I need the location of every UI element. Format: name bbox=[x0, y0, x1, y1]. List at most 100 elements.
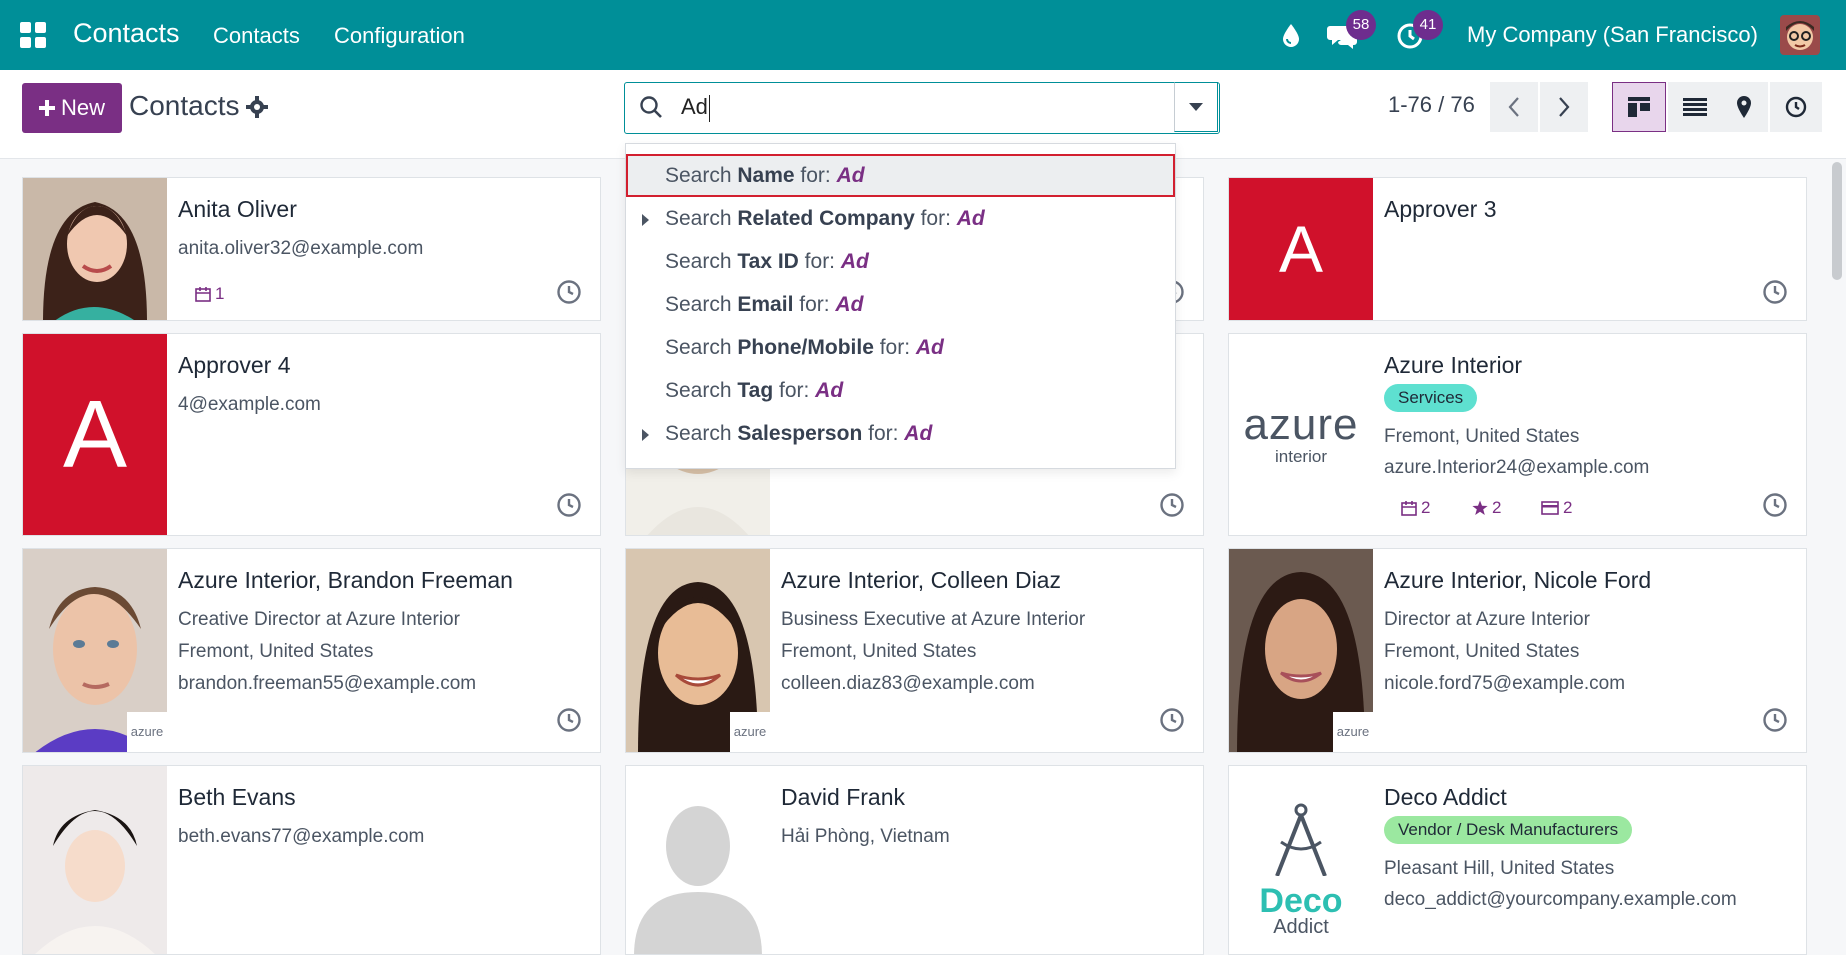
contact-avatar: A bbox=[1229, 178, 1373, 320]
page-title: Contacts bbox=[129, 90, 240, 121]
search-option-related-company[interactable]: Search Related Company for: Ad bbox=[626, 197, 1175, 240]
contact-card-david-frank[interactable]: David Frank Hải Phòng, Vietnam bbox=[625, 765, 1204, 955]
contact-card-deco-addict[interactable]: Deco Addict Deco Addict Vendor / Desk Ma… bbox=[1228, 765, 1807, 955]
logo-subtitle: Addict bbox=[1273, 916, 1329, 938]
new-button[interactable]: New bbox=[22, 83, 122, 133]
search-option-email[interactable]: Search Email for: Ad bbox=[626, 283, 1175, 326]
contact-email: anita.oliver32@example.com bbox=[178, 238, 424, 259]
option-prefix: Search bbox=[665, 207, 738, 230]
company-mini-logo: azure bbox=[730, 712, 770, 752]
option-suffix: for: bbox=[794, 164, 837, 187]
contact-card-azure-interior[interactable]: azure interior Azure Interior Services F… bbox=[1228, 333, 1807, 536]
activity-clock-icon[interactable] bbox=[1762, 279, 1788, 310]
contact-photo bbox=[23, 766, 167, 954]
apps-menu-icon[interactable] bbox=[20, 22, 46, 48]
activity-clock-icon[interactable] bbox=[556, 279, 582, 310]
vertical-scrollbar[interactable] bbox=[1832, 162, 1842, 280]
top-navbar: Contacts Contacts Configuration 58 41 My… bbox=[0, 0, 1846, 70]
pager-next-button[interactable] bbox=[1540, 82, 1588, 132]
meetings-count[interactable]: 2 bbox=[1401, 498, 1430, 518]
pager-previous-button[interactable] bbox=[1490, 82, 1538, 132]
contact-job: Director at Azure Interior bbox=[1384, 609, 1590, 630]
contact-card-colleen-diaz[interactable]: azure Azure Interior, Colleen Diaz Busin… bbox=[625, 548, 1204, 753]
activity-clock-icon[interactable] bbox=[1159, 492, 1185, 523]
map-view-button[interactable] bbox=[1720, 82, 1768, 132]
menu-item-contacts[interactable]: Contacts bbox=[213, 23, 300, 49]
app-title[interactable]: Contacts bbox=[73, 18, 180, 49]
option-query: Ad bbox=[956, 207, 985, 230]
contact-email: colleen.diaz83@example.com bbox=[781, 673, 1035, 694]
contact-card-brandon-freeman[interactable]: azure Azure Interior, Brandon Freeman Cr… bbox=[22, 548, 601, 753]
search-box[interactable]: Ad bbox=[624, 82, 1220, 134]
water-drop-icon[interactable] bbox=[1281, 22, 1301, 53]
option-query: Ad bbox=[835, 293, 864, 316]
chevron-left-icon bbox=[1508, 97, 1519, 117]
option-query: Ad bbox=[836, 164, 865, 187]
plus-icon bbox=[38, 100, 55, 116]
contact-job: Business Executive at Azure Interior bbox=[781, 609, 1086, 630]
opportunities-count-value: 2 bbox=[1492, 498, 1502, 517]
activities-count[interactable]: 1 bbox=[195, 284, 224, 304]
expand-caret-icon[interactable] bbox=[642, 214, 649, 226]
credit-card-icon bbox=[1541, 501, 1559, 515]
search-option-phone-mobile[interactable]: Search Phone/Mobile for: Ad bbox=[626, 326, 1175, 369]
option-prefix: Search bbox=[665, 336, 738, 359]
company-mini-logo: azure bbox=[127, 712, 167, 752]
search-options-toggle[interactable] bbox=[1174, 82, 1218, 132]
contact-photo: azure bbox=[1229, 549, 1373, 752]
avatar-initial: A bbox=[23, 334, 167, 535]
caret-down-icon bbox=[1189, 103, 1203, 111]
invoices-count[interactable]: 2 bbox=[1541, 498, 1572, 518]
contact-name: Beth Evans bbox=[178, 784, 296, 810]
contact-email: brandon.freeman55@example.com bbox=[178, 673, 477, 694]
search-option-salesperson[interactable]: Search Salesperson for: Ad bbox=[626, 412, 1175, 455]
option-field: Salesperson bbox=[737, 422, 863, 445]
search-option-tag[interactable]: Search Tag for: Ad bbox=[626, 369, 1175, 412]
company-switcher[interactable]: My Company (San Francisco) bbox=[1467, 22, 1758, 48]
activity-clock-icon[interactable] bbox=[1159, 707, 1185, 738]
gear-icon[interactable] bbox=[246, 96, 268, 123]
search-option-name[interactable]: Search Name for: Ad bbox=[626, 154, 1175, 197]
list-view-button[interactable] bbox=[1668, 82, 1722, 132]
expand-caret-icon[interactable] bbox=[642, 429, 649, 441]
option-prefix: Search bbox=[665, 293, 738, 316]
activities-count-value: 1 bbox=[215, 284, 225, 303]
option-suffix: for: bbox=[773, 379, 816, 402]
activity-clock-icon[interactable] bbox=[1762, 707, 1788, 738]
text-cursor bbox=[709, 95, 710, 122]
contact-location: Hải Phòng, Vietnam bbox=[781, 826, 950, 847]
contact-location: Fremont, United States bbox=[1384, 426, 1580, 447]
option-suffix: for: bbox=[862, 422, 905, 445]
activity-clock-icon[interactable] bbox=[556, 707, 582, 738]
contact-name: Approver 4 bbox=[178, 352, 291, 378]
activity-view-button[interactable] bbox=[1770, 82, 1822, 132]
contact-email: deco_addict@yourcompany.example.com bbox=[1384, 889, 1737, 910]
option-prefix: Search bbox=[665, 379, 738, 402]
search-option-tax-id[interactable]: Search Tax ID for: Ad bbox=[626, 240, 1175, 283]
contact-name: Azure Interior, Brandon Freeman bbox=[178, 567, 513, 593]
contact-card-beth-evans[interactable]: Beth Evans beth.evans77@example.com bbox=[22, 765, 601, 955]
contact-card-anita-oliver[interactable]: Anita Oliver anita.oliver32@example.com … bbox=[22, 177, 601, 321]
contact-card-approver-4[interactable]: A Approver 4 4@example.com bbox=[22, 333, 601, 536]
activity-clock-icon[interactable] bbox=[1762, 492, 1788, 523]
tag-services: Services bbox=[1384, 384, 1478, 412]
opportunities-count[interactable]: 2 bbox=[1472, 498, 1501, 518]
contact-name: David Frank bbox=[781, 784, 905, 810]
menu-item-configuration[interactable]: Configuration bbox=[334, 23, 465, 49]
activity-clock-icon[interactable] bbox=[556, 492, 582, 523]
search-input[interactable]: Ad bbox=[681, 94, 708, 120]
option-field: Phone/Mobile bbox=[737, 336, 874, 359]
contact-card-approver-3[interactable]: A Approver 3 bbox=[1228, 177, 1807, 321]
option-query: Ad bbox=[815, 379, 844, 402]
invoices-count-value: 2 bbox=[1563, 498, 1573, 517]
pager-value[interactable]: 1-76 / 76 bbox=[1388, 92, 1475, 118]
map-marker-icon bbox=[1737, 96, 1751, 118]
contact-card-nicole-ford[interactable]: azure Azure Interior, Nicole Ford Direct… bbox=[1228, 548, 1807, 753]
contact-email: beth.evans77@example.com bbox=[178, 826, 425, 847]
kanban-view-button[interactable] bbox=[1612, 82, 1666, 132]
contact-name: Approver 3 bbox=[1384, 196, 1497, 222]
company-logo: azure interior bbox=[1229, 334, 1373, 535]
star-icon bbox=[1472, 500, 1488, 515]
user-avatar[interactable] bbox=[1780, 15, 1820, 55]
messages-count-badge: 58 bbox=[1346, 10, 1376, 40]
